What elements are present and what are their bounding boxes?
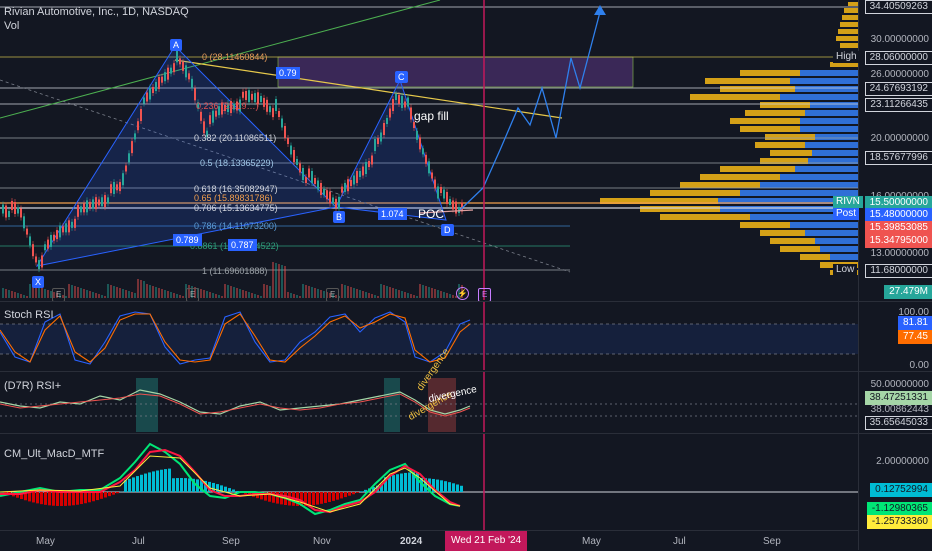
volume-value-label: 27.479M: [884, 285, 932, 299]
earnings-marker[interactable]: E: [478, 288, 491, 302]
time-axis[interactable]: May Jul Sep Nov 2024 Wed 21 Feb '24 May …: [0, 530, 858, 551]
macd-svg: [0, 434, 858, 530]
time-tick-jul: Jul: [132, 536, 145, 547]
price-tick-30: 30.00000000: [871, 34, 929, 45]
chart-header: Rivian Automotive, Inc., 1D, NASDAQ Vol: [4, 5, 189, 33]
price-label-1857: 18.57677996: [865, 151, 932, 165]
ratio-label-079[interactable]: 0.79: [276, 67, 300, 79]
volume-profile: [600, 2, 858, 275]
time-tick-sep-2: Sep: [763, 536, 781, 547]
price-label-red2: 15.34795000: [865, 234, 932, 248]
fib-label-0786: 0.786 (14.11073200): [194, 221, 277, 231]
time-tick-may-2: May: [582, 536, 601, 547]
fib-label-0382: 0.382 (20.11086511): [194, 133, 276, 143]
price-label-low: 11.68000000: [865, 264, 932, 278]
macd-title[interactable]: CM_Ult_MacD_MTF: [4, 448, 104, 460]
price-label-2311: 23.11266435: [865, 98, 932, 112]
rsi-value-c: 35.65645033: [865, 416, 932, 430]
rsi-plus-pane[interactable]: (D7R) RSI+ divergence divergence diverge…: [0, 372, 858, 432]
gap-fill-note[interactable]: gap fill: [414, 109, 449, 123]
dividend-icon[interactable]: ⚡: [456, 287, 469, 300]
target-zone[interactable]: [278, 57, 633, 87]
poc-note[interactable]: POC: [418, 207, 444, 221]
time-tick-2024: 2024: [400, 536, 422, 547]
macd-tick-2: 2.00000000: [876, 456, 929, 467]
fib-label-05: 0.5 (18.13365229): [200, 158, 274, 168]
ticker-tag: RIVN: [833, 196, 863, 208]
price-label-2468: 24.67693192: [865, 82, 932, 96]
price-label-red1: 15.39853085: [865, 221, 932, 235]
ratio-label-0789[interactable]: 0.789: [173, 234, 202, 246]
time-tick-nov: Nov: [313, 536, 331, 547]
time-tick-jul-2: Jul: [673, 536, 686, 547]
pattern-point-x[interactable]: X: [32, 276, 44, 288]
projection-arrow: [594, 5, 606, 15]
price-tick-20: 20.00000000: [871, 133, 929, 144]
harmonic-bcd[interactable]: [336, 80, 446, 220]
rsi-plus-title[interactable]: (D7R) RSI+: [4, 380, 61, 392]
price-scale[interactable]: 34.40509263 30.00000000 High 28.06000000…: [858, 0, 932, 550]
macd-value-a: -1.12980365: [867, 502, 932, 516]
fib-label-1: 1 (11.69601888): [202, 266, 267, 276]
price-label-high: 28.06000000: [865, 51, 932, 65]
fib-label-0706: 0.706 (15.13634775): [194, 203, 278, 213]
macd-pane[interactable]: CM_Ult_MacD_MTF: [0, 434, 858, 530]
ratio-label-1074[interactable]: 1.074: [378, 208, 407, 220]
rsi-value-a: 38.47251331: [865, 391, 932, 405]
vol-label: Vol: [4, 19, 189, 33]
pattern-point-b[interactable]: B: [333, 211, 345, 223]
time-tick-sep: Sep: [222, 536, 240, 547]
post-tag: Post: [833, 208, 859, 220]
stoch-k-value: 81.81: [898, 316, 932, 330]
pattern-point-a[interactable]: A: [170, 39, 182, 51]
crosshair-time-label: Wed 21 Feb '24: [445, 531, 527, 551]
pattern-point-c[interactable]: C: [395, 71, 408, 83]
projection-path[interactable]: [460, 12, 600, 210]
main-chart-pane[interactable]: Rivian Automotive, Inc., 1D, NASDAQ Vol …: [0, 0, 858, 300]
time-tick-may: May: [36, 536, 55, 547]
fib-label-0236: 0.236 (25.19…): [196, 101, 259, 111]
macd-value-b: -1.25733360: [867, 515, 932, 529]
fib-label-065: 0.65 (15.89831786): [194, 193, 273, 203]
rsi-value-b: 38.00862443: [871, 404, 929, 415]
stoch-rsi-svg: [0, 302, 858, 370]
high-tag: High: [833, 51, 860, 63]
price-label-34: 34.40509263: [865, 0, 932, 14]
stoch-rsi-pane[interactable]: Stoch RSI: [0, 302, 858, 370]
stoch-d-value: 77.45: [898, 330, 932, 344]
stoch-rsi-title[interactable]: Stoch RSI: [4, 309, 54, 321]
low-tag: Low: [833, 264, 857, 276]
macd-hist-value: 0.12752994: [870, 483, 932, 497]
post-price-label: 15.48000000: [865, 208, 932, 222]
fib-label-0: 0 (28.11460844): [202, 52, 267, 62]
pattern-point-d[interactable]: D: [441, 224, 454, 236]
stoch-tick-0: 0.00: [910, 360, 929, 371]
ratio-label-0787[interactable]: 0.787: [228, 239, 257, 251]
rsi-tick-50: 50.00000000: [871, 379, 929, 390]
symbol-title[interactable]: Rivian Automotive, Inc., 1D, NASDAQ: [4, 5, 189, 19]
price-chart-svg: [0, 0, 858, 300]
price-tick-13: 13.00000000: [871, 248, 929, 259]
price-tick-26: 26.00000000: [871, 69, 929, 80]
